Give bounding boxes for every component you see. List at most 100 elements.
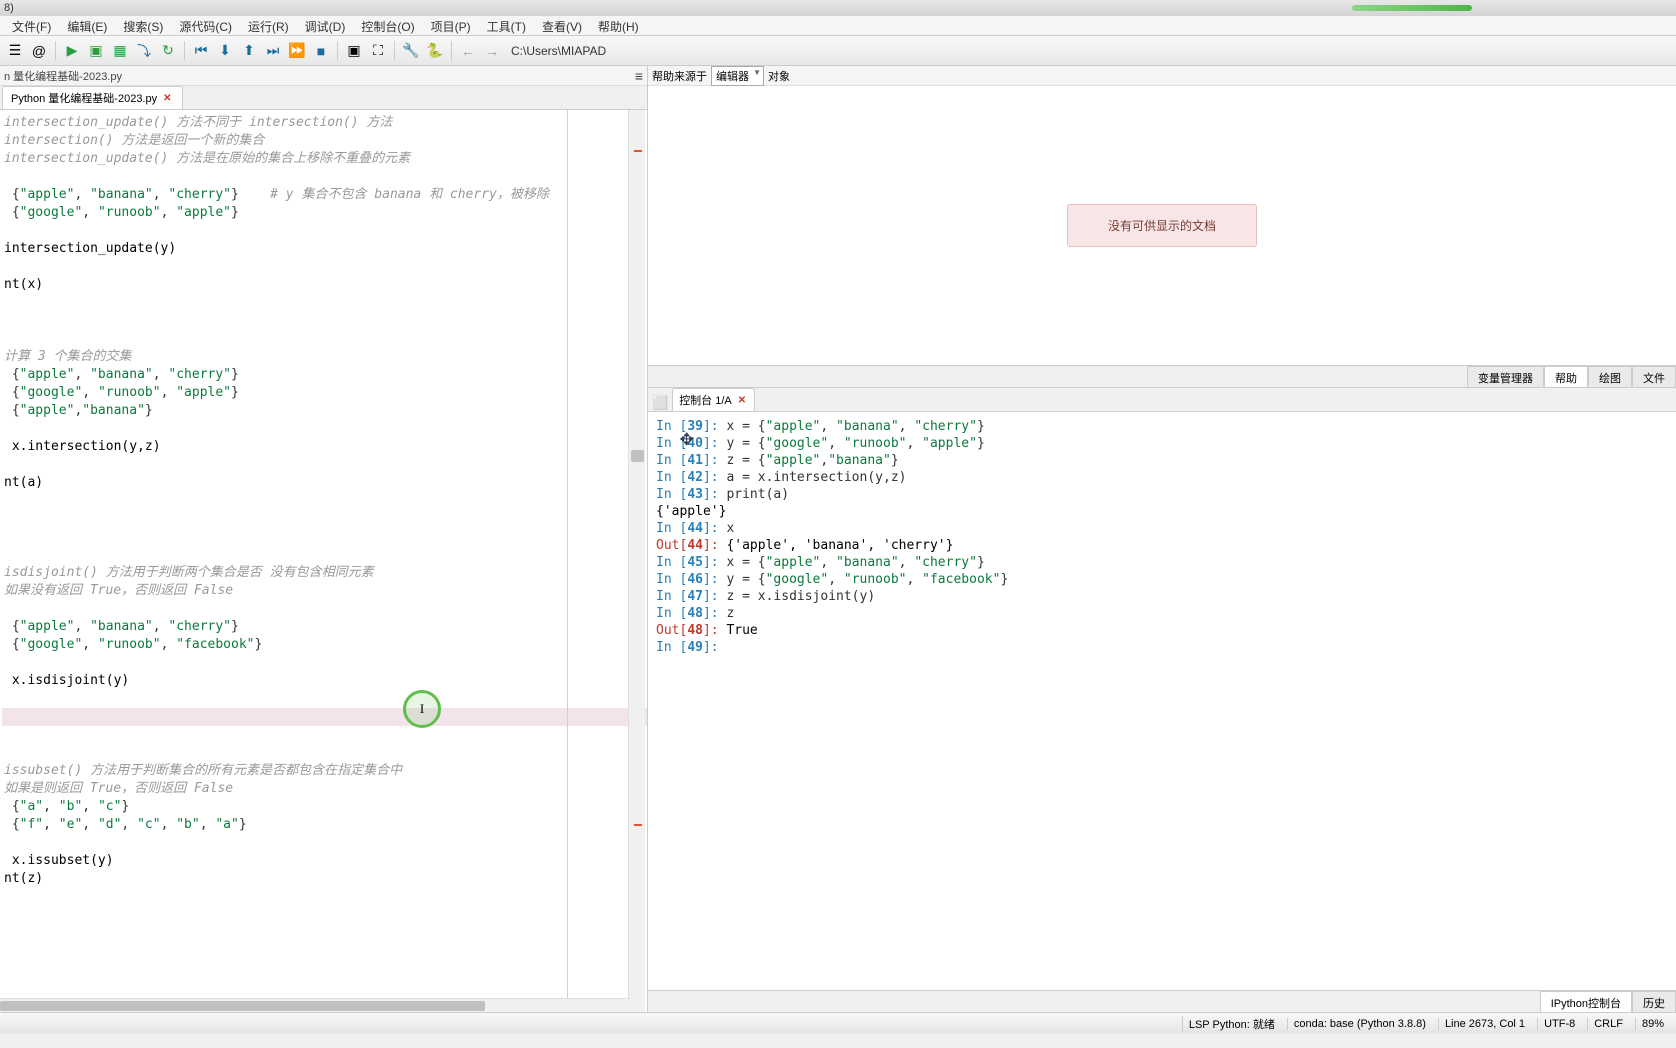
python-path-icon[interactable]: 🐍 xyxy=(424,40,446,62)
console-line: In [46]: y = {"google", "runoob", "faceb… xyxy=(656,571,1668,588)
stop-icon[interactable]: ■ xyxy=(310,40,332,62)
console-line: In [49]: xyxy=(656,639,1668,656)
error-marker xyxy=(634,150,642,152)
restart-icon[interactable]: ↻ xyxy=(157,40,179,62)
editor-line: x.issubset(y) xyxy=(2,852,647,870)
menu-项目[interactable]: 项目(P) xyxy=(423,16,479,35)
console-bottom-tabs: IPython控制台历史 xyxy=(648,990,1676,1012)
editor-line xyxy=(2,690,647,708)
editor-line xyxy=(2,168,647,186)
nav-back-icon[interactable]: ← xyxy=(457,40,479,62)
bottom-tab-历史[interactable]: 历史 xyxy=(1632,991,1676,1012)
console-tab[interactable]: 控制台 1/A ✕ xyxy=(672,388,755,411)
step-out-icon[interactable]: ⬆ xyxy=(238,40,260,62)
editor-line: intersection_update() 方法是在原始的集合上移除不重叠的元素 xyxy=(2,150,647,168)
maximize-pane-icon[interactable]: ▣ xyxy=(343,40,365,62)
editor-hscrollbar[interactable] xyxy=(0,998,630,1012)
console-line: In [48]: z xyxy=(656,605,1668,622)
console-tab-label: 控制台 1/A xyxy=(679,392,732,408)
preferences-icon[interactable]: 🔧 xyxy=(400,40,422,62)
menu-查看[interactable]: 查看(V) xyxy=(534,16,590,35)
console-line: In [45]: x = {"apple", "banana", "cherry… xyxy=(656,554,1668,571)
help-source-combo[interactable]: 编辑器 xyxy=(711,66,764,86)
at-icon[interactable]: @ xyxy=(28,40,50,62)
menu-搜索[interactable]: 搜索(S) xyxy=(115,16,171,35)
editor-tab[interactable]: Python 量化编程基础-2023.py ✕ xyxy=(2,86,183,109)
menu-帮助[interactable]: 帮助(H) xyxy=(590,16,647,35)
panel-tab-帮助[interactable]: 帮助 xyxy=(1544,366,1588,387)
run-cell-advance-icon[interactable]: ▦ xyxy=(109,40,131,62)
editor-line: nt(z) xyxy=(2,870,647,888)
scroll-thumb[interactable] xyxy=(631,450,644,462)
debug-step-icon[interactable]: ⏮ xyxy=(190,40,212,62)
editor-line: {"f", "e", "d", "c", "b", "a"} xyxy=(2,816,647,834)
menu-源代码[interactable]: 源代码(C) xyxy=(171,16,240,35)
console-line: In [39]: x = {"apple", "banana", "cherry… xyxy=(656,418,1668,435)
menu-bar: 文件(F)编辑(E)搜索(S)源代码(C)运行(R)调试(D)控制台(O)项目(… xyxy=(0,16,1676,36)
console-line: In [40]: y = {"google", "runoob", "apple… xyxy=(656,435,1668,452)
editor-line xyxy=(2,456,647,474)
editor-line: {"apple", "banana", "cherry"} xyxy=(2,618,647,636)
window-title-bar: 8) xyxy=(0,0,1676,16)
menu-工具[interactable]: 工具(T) xyxy=(479,16,534,35)
editor-line: {"google", "runoob", "facebook"} xyxy=(2,636,647,654)
editor-line xyxy=(2,258,647,276)
editor-line xyxy=(2,330,647,348)
editor-line: intersection_update(y) xyxy=(2,240,647,258)
list-icon[interactable]: ☰ xyxy=(4,40,26,62)
editor-tab-bar: Python 量化编程基础-2023.py ✕ xyxy=(0,86,647,110)
menu-文件[interactable]: 文件(F) xyxy=(4,16,59,35)
editor-line xyxy=(2,546,647,564)
error-marker xyxy=(634,824,642,826)
console-tab-bar: ⬜ 控制台 1/A ✕ xyxy=(648,388,1676,412)
run-cell-icon[interactable]: ▣ xyxy=(85,40,107,62)
menu-控制台[interactable]: 控制台(O) xyxy=(353,16,422,35)
menu-运行[interactable]: 运行(R) xyxy=(240,16,297,35)
code-editor[interactable]: intersection_update() 方法不同于 intersection… xyxy=(0,110,647,1012)
editor-breadcrumb: n 量化编程基础-2023.py ≡ xyxy=(0,66,647,86)
editor-line: {"apple", "banana", "cherry"} xyxy=(2,366,647,384)
editor-line: isdisjoint() 方法用于判断两个集合是否 没有包含相同元素 xyxy=(2,564,647,582)
fullscreen-icon[interactable]: ⛶ xyxy=(367,40,389,62)
linecol-status[interactable]: Line 2673, Col 1 xyxy=(1438,1018,1531,1030)
editor-line xyxy=(2,600,647,618)
continue-icon[interactable]: ⏩ xyxy=(286,40,308,62)
editor-line xyxy=(2,654,647,672)
editor-line xyxy=(2,294,647,312)
editor-line: nt(x) xyxy=(2,276,647,294)
eol-status[interactable]: CRLF xyxy=(1587,1018,1629,1030)
editor-menu-icon[interactable]: ≡ xyxy=(635,68,643,84)
nav-forward-icon[interactable]: → xyxy=(481,40,503,62)
panel-tab-文件[interactable]: 文件 xyxy=(1632,366,1676,387)
panel-tab-绘图[interactable]: 绘图 xyxy=(1588,366,1632,387)
editor-line: {"apple", "banana", "cherry"} # y 集合不包含 … xyxy=(2,186,647,204)
menu-调试[interactable]: 调试(D) xyxy=(297,16,354,35)
editor-line: {"google", "runoob", "apple"} xyxy=(2,204,647,222)
console-expand-icon[interactable]: ⬜ xyxy=(652,395,668,411)
conda-status[interactable]: conda: base (Python 3.8.8) xyxy=(1287,1018,1432,1030)
step-next-icon[interactable]: ⏭ xyxy=(262,40,284,62)
bottom-tab-IPython控制台[interactable]: IPython控制台 xyxy=(1540,991,1632,1012)
main-toolbar: ☰ @ ▶ ▣ ▦ ⤵ ↻ ⏮ ⬇ ⬆ ⏭ ⏩ ■ ▣ ⛶ 🔧 🐍 ← → C:… xyxy=(0,36,1676,66)
step-over-icon[interactable]: ⤵ xyxy=(133,40,155,62)
encoding-status[interactable]: UTF-8 xyxy=(1537,1018,1581,1030)
close-icon[interactable]: ✕ xyxy=(161,93,173,104)
ruler-line xyxy=(567,110,568,1012)
hscroll-thumb[interactable] xyxy=(0,1001,485,1011)
editor-line xyxy=(2,726,647,744)
ipython-console[interactable]: ✥ In [39]: x = {"apple", "banana", "cher… xyxy=(648,412,1676,990)
window-title: 8) xyxy=(4,2,14,14)
right-panel-tabs: 变量管理器帮助绘图文件 xyxy=(648,366,1676,388)
editor-vscrollbar[interactable] xyxy=(628,110,645,1012)
close-icon[interactable]: ✕ xyxy=(736,395,748,406)
move-cursor-icon: ✥ xyxy=(680,430,693,447)
step-into-icon[interactable]: ⬇ xyxy=(214,40,236,62)
workdir-path: C:\Users\MIAPAD xyxy=(511,44,606,58)
editor-line xyxy=(2,420,647,438)
editor-line xyxy=(2,834,647,852)
menu-编辑[interactable]: 编辑(E) xyxy=(59,16,115,35)
run-icon[interactable]: ▶ xyxy=(61,40,83,62)
panel-tab-变量管理器[interactable]: 变量管理器 xyxy=(1467,366,1544,387)
lsp-status: LSP Python: 就绪 xyxy=(1182,1016,1281,1032)
editor-line: 如果没有返回 True，否则返回 False xyxy=(2,582,647,600)
